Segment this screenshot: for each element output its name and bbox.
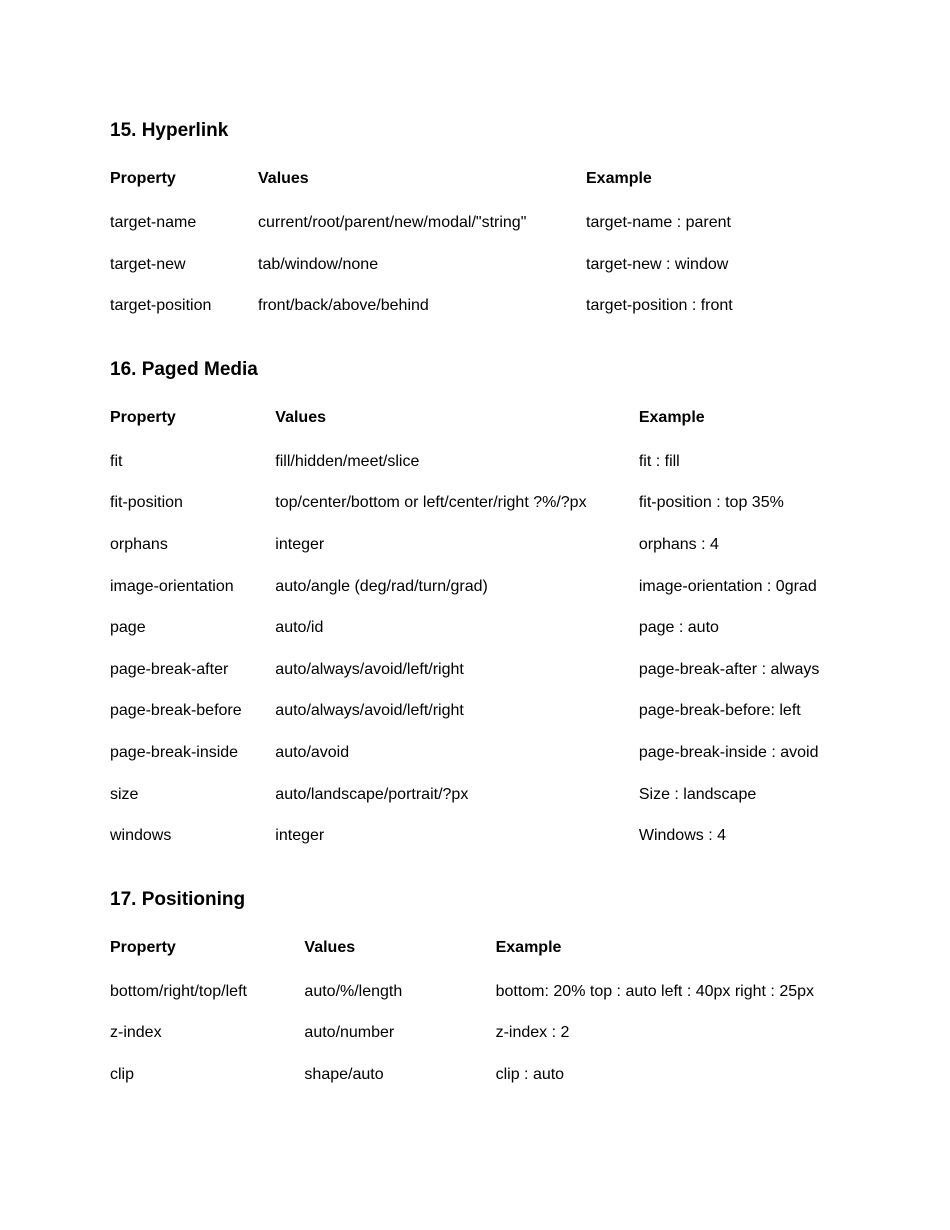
section-title: 16. Paged Media	[110, 359, 840, 381]
cell-example: image-orientation : 0grad	[639, 566, 840, 608]
section-title: 15. Hyperlink	[110, 120, 840, 142]
table-header-row: Property Values Example	[110, 403, 840, 441]
table-row: target-name current/root/parent/new/moda…	[110, 202, 804, 244]
col-header-property: Property	[110, 403, 275, 441]
table-row: orphans integer orphans : 4	[110, 524, 840, 566]
table-hyperlink: Property Values Example target-name curr…	[110, 164, 804, 327]
document-page: 15. Hyperlink Property Values Example ta…	[0, 0, 950, 1208]
table-row: bottom/right/top/left auto/%/length bott…	[110, 971, 840, 1013]
cell-example: Windows : 4	[639, 815, 840, 857]
cell-values: auto/%/length	[304, 971, 495, 1013]
table-row: z-index auto/number z-index : 2	[110, 1012, 840, 1054]
col-header-property: Property	[110, 933, 304, 971]
cell-values: current/root/parent/new/modal/"string"	[258, 202, 586, 244]
section-title: 17. Positioning	[110, 889, 840, 911]
cell-property: page-break-inside	[110, 732, 275, 774]
cell-example: page : auto	[639, 607, 840, 649]
cell-values: auto/avoid	[275, 732, 639, 774]
cell-property: target-name	[110, 202, 258, 244]
cell-property: target-position	[110, 285, 258, 327]
section-positioning: 17. Positioning Property Values Example …	[110, 889, 840, 1096]
cell-values: auto/angle (deg/rad/turn/grad)	[275, 566, 639, 608]
section-paged-media: 16. Paged Media Property Values Example …	[110, 359, 840, 857]
table-row: target-new tab/window/none target-new : …	[110, 244, 804, 286]
cell-values: top/center/bottom or left/center/right ?…	[275, 482, 639, 524]
cell-example: target-new : window	[586, 244, 804, 286]
cell-example: fit-position : top 35%	[639, 482, 840, 524]
cell-property: bottom/right/top/left	[110, 971, 304, 1013]
cell-property: z-index	[110, 1012, 304, 1054]
cell-values: auto/always/avoid/left/right	[275, 690, 639, 732]
table-header-row: Property Values Example	[110, 164, 804, 202]
col-header-values: Values	[275, 403, 639, 441]
cell-example: orphans : 4	[639, 524, 840, 566]
cell-property: target-new	[110, 244, 258, 286]
cell-property: image-orientation	[110, 566, 275, 608]
cell-example: z-index : 2	[496, 1012, 840, 1054]
cell-values: tab/window/none	[258, 244, 586, 286]
cell-values: auto/number	[304, 1012, 495, 1054]
col-header-example: Example	[496, 933, 840, 971]
table-row: target-position front/back/above/behind …	[110, 285, 804, 327]
table-row: clip shape/auto clip : auto	[110, 1054, 840, 1096]
cell-example: clip : auto	[496, 1054, 840, 1096]
cell-property: windows	[110, 815, 275, 857]
cell-example: Size : landscape	[639, 774, 840, 816]
cell-values: auto/always/avoid/left/right	[275, 649, 639, 691]
cell-values: auto/id	[275, 607, 639, 649]
table-paged-media: Property Values Example fit fill/hidden/…	[110, 403, 840, 857]
table-row: page-break-before auto/always/avoid/left…	[110, 690, 840, 732]
table-row: windows integer Windows : 4	[110, 815, 840, 857]
col-header-values: Values	[258, 164, 586, 202]
table-row: page auto/id page : auto	[110, 607, 840, 649]
cell-example: bottom: 20% top : auto left : 40px right…	[496, 971, 840, 1013]
cell-values: front/back/above/behind	[258, 285, 586, 327]
section-hyperlink: 15. Hyperlink Property Values Example ta…	[110, 120, 840, 327]
cell-values: shape/auto	[304, 1054, 495, 1096]
col-header-example: Example	[639, 403, 840, 441]
table-row: fit-position top/center/bottom or left/c…	[110, 482, 840, 524]
col-header-example: Example	[586, 164, 804, 202]
cell-example: fit : fill	[639, 441, 840, 483]
cell-values: integer	[275, 815, 639, 857]
cell-example: page-break-after : always	[639, 649, 840, 691]
table-header-row: Property Values Example	[110, 933, 840, 971]
cell-example: target-name : parent	[586, 202, 804, 244]
cell-example: page-break-before: left	[639, 690, 840, 732]
table-row: page-break-inside auto/avoid page-break-…	[110, 732, 840, 774]
cell-values: auto/landscape/portrait/?px	[275, 774, 639, 816]
col-header-property: Property	[110, 164, 258, 202]
table-positioning: Property Values Example bottom/right/top…	[110, 933, 840, 1096]
cell-values: integer	[275, 524, 639, 566]
table-row: fit fill/hidden/meet/slice fit : fill	[110, 441, 840, 483]
cell-property: fit	[110, 441, 275, 483]
cell-property: size	[110, 774, 275, 816]
cell-property: page	[110, 607, 275, 649]
cell-example: target-position : front	[586, 285, 804, 327]
cell-values: fill/hidden/meet/slice	[275, 441, 639, 483]
cell-example: page-break-inside : avoid	[639, 732, 840, 774]
cell-property: page-break-after	[110, 649, 275, 691]
col-header-values: Values	[304, 933, 495, 971]
table-row: image-orientation auto/angle (deg/rad/tu…	[110, 566, 840, 608]
table-row: size auto/landscape/portrait/?px Size : …	[110, 774, 840, 816]
cell-property: orphans	[110, 524, 275, 566]
table-row: page-break-after auto/always/avoid/left/…	[110, 649, 840, 691]
cell-property: fit-position	[110, 482, 275, 524]
cell-property: clip	[110, 1054, 304, 1096]
cell-property: page-break-before	[110, 690, 275, 732]
